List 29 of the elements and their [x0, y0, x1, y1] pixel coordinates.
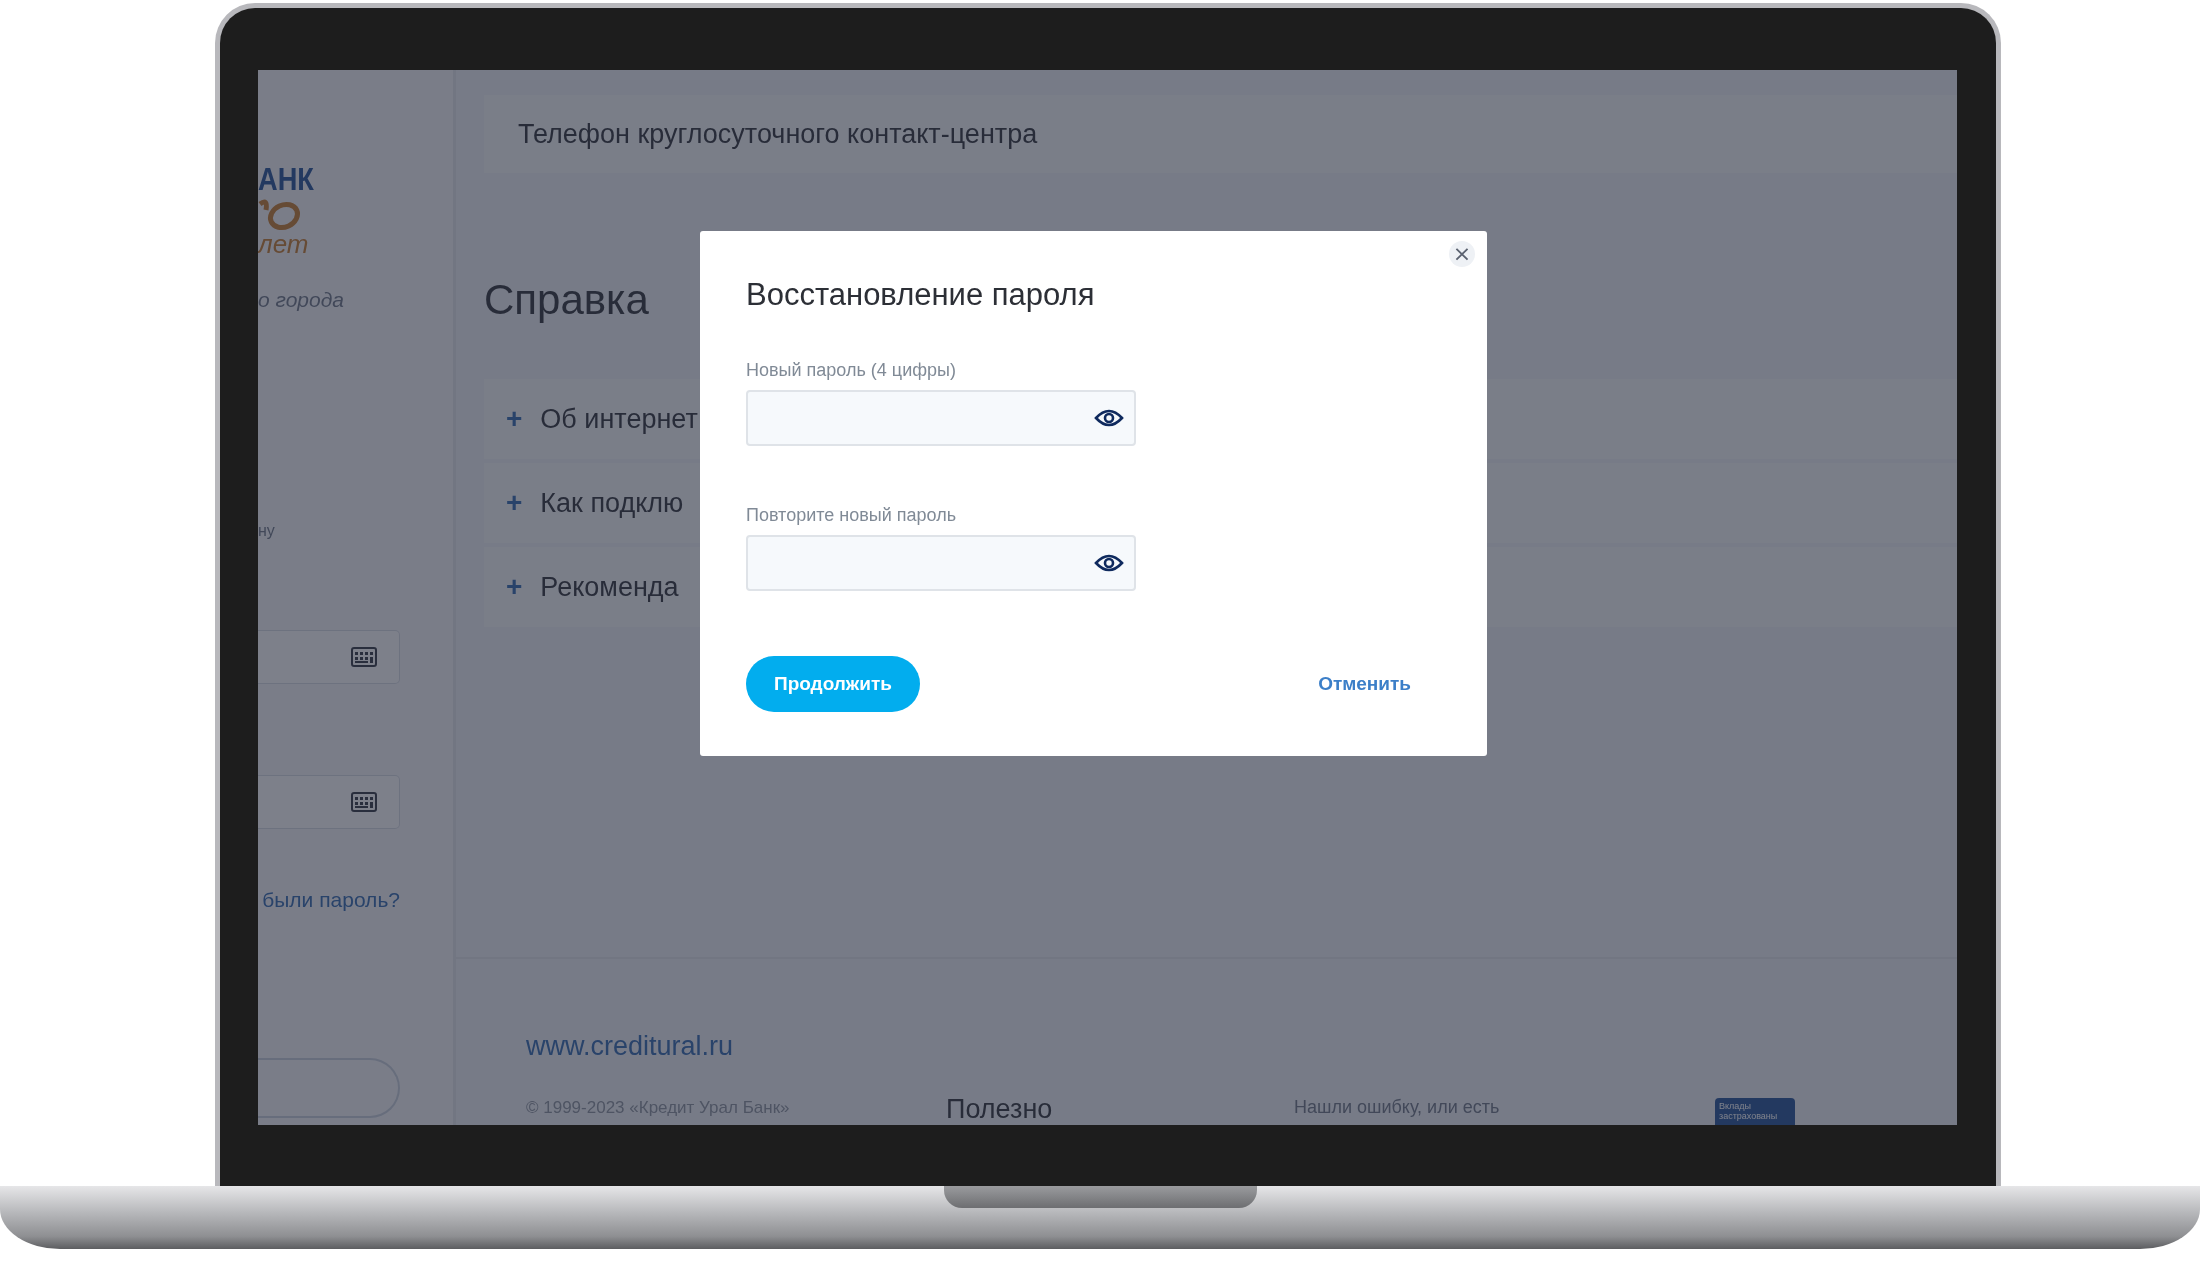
- continue-button[interactable]: Продолжить: [746, 656, 920, 712]
- keyboard-icon: [351, 647, 377, 667]
- phone-label: Телефон круглосуточного контакт-центра: [518, 118, 1038, 150]
- plus-icon: +: [506, 487, 523, 519]
- label-text: ну: [258, 522, 275, 540]
- accordion-label: Как подклю: [540, 487, 684, 519]
- password-field[interactable]: [746, 390, 1136, 446]
- keyboard-icon: [351, 792, 377, 812]
- password-field[interactable]: [746, 535, 1136, 591]
- insurance-badge: Вклады застрахованы: [1715, 1098, 1795, 1125]
- eye-icon[interactable]: [1094, 408, 1124, 428]
- close-button[interactable]: ×: [1449, 241, 1475, 267]
- plus-icon: +: [506, 571, 523, 603]
- input-field[interactable]: [258, 630, 400, 684]
- field-label: Повторите новый пароль: [746, 504, 958, 526]
- dialog-title: Восстановление пароля: [746, 276, 1096, 314]
- accordion-label: Рекоменда: [540, 571, 679, 603]
- logo-text: АНК: [258, 162, 314, 196]
- plus-icon: +: [506, 403, 523, 435]
- cancel-link[interactable]: Отменить: [1318, 673, 1411, 695]
- input-field[interactable]: [258, 775, 400, 829]
- field-label: Новый пароль (4 цифры): [746, 359, 957, 381]
- footer-heading: Полезно: [946, 1094, 1054, 1124]
- eye-icon[interactable]: [1094, 553, 1124, 573]
- accordion-label: Об интернет: [540, 403, 698, 435]
- website-link[interactable]: www.creditural.ru: [526, 1031, 946, 1062]
- forgot-password-link[interactable]: были пароль?: [258, 887, 400, 913]
- section-title: Справка: [484, 276, 649, 324]
- city-text: о города: [258, 288, 344, 312]
